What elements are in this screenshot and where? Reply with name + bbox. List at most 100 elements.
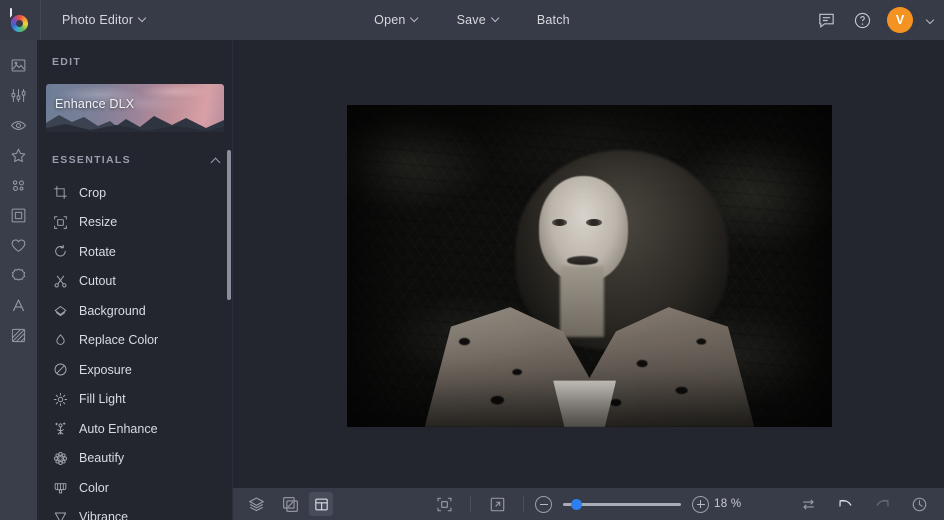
help-icon[interactable] <box>851 9 873 31</box>
crop-icon <box>52 185 68 201</box>
avatar-initial: V <box>895 13 905 27</box>
essentials-section-header[interactable]: ESSENTIALS <box>37 146 233 174</box>
app-logo[interactable] <box>0 0 40 40</box>
zoom-slider-thumb[interactable] <box>571 499 582 510</box>
top-bar-center-actions: Open Save Batch <box>363 7 581 33</box>
tool-label: Color <box>79 480 109 495</box>
canvas-area[interactable] <box>233 40 944 488</box>
tool-label: Exposure <box>79 362 132 377</box>
sidebar-item-adjust[interactable] <box>0 80 37 110</box>
exposure-icon <box>52 362 68 378</box>
promo-banner-wrap: Enhance DLX <box>37 84 233 132</box>
banner-label: Enhance DLX <box>55 97 135 111</box>
sidebar-item-stickers[interactable] <box>0 260 37 290</box>
tool-crop[interactable]: Crop <box>37 178 233 208</box>
zoom-in-button[interactable] <box>692 495 709 513</box>
fit-to-screen-icon[interactable] <box>429 489 459 519</box>
layers-icon[interactable] <box>241 489 271 519</box>
feedback-icon[interactable] <box>815 9 837 31</box>
tool-label: Cutout <box>79 274 116 289</box>
avatar[interactable]: V <box>887 7 913 33</box>
tool-auto-enhance[interactable]: Auto Enhance <box>37 414 233 444</box>
fullscreen-icon[interactable] <box>482 489 512 519</box>
resize-icon <box>52 214 68 230</box>
edit-panel: EDIT Enhance DLX ESSENTIALS Crop Resize … <box>37 40 233 520</box>
zoom-slider[interactable] <box>563 497 681 511</box>
tool-label: Vibrance <box>79 510 129 520</box>
compare-icon[interactable] <box>275 489 305 519</box>
chevron-down-icon <box>492 15 499 22</box>
auto-enhance-icon <box>52 421 68 437</box>
banner-mountains-icon <box>46 115 224 132</box>
sidebar-item-image[interactable] <box>0 50 37 80</box>
tool-label: Crop <box>79 185 107 200</box>
color-icon <box>52 480 68 496</box>
tool-replace-color[interactable]: Replace Color <box>37 326 233 356</box>
bottom-bar-right-tools <box>793 489 934 519</box>
tool-label: Replace Color <box>79 333 159 348</box>
tool-background[interactable]: Background <box>37 296 233 326</box>
rotate-icon <box>52 244 68 260</box>
panel-layout-icon[interactable] <box>309 492 333 516</box>
undo-icon[interactable] <box>830 489 860 519</box>
tool-vibrance[interactable]: Vibrance <box>37 503 233 520</box>
essentials-label: ESSENTIALS <box>52 154 131 166</box>
edited-photo[interactable] <box>347 105 832 427</box>
sidebar-item-texture[interactable] <box>0 320 37 350</box>
left-icon-rail <box>0 40 37 520</box>
sidebar-item-frames[interactable] <box>0 200 37 230</box>
zoom-out-button[interactable] <box>535 495 552 513</box>
tool-cutout[interactable]: Cutout <box>37 267 233 297</box>
panel-scrollbar[interactable] <box>227 150 231 300</box>
sidebar-item-retouch[interactable] <box>0 110 37 140</box>
photo-vignette <box>347 105 832 427</box>
history-icon[interactable] <box>904 489 934 519</box>
chevron-down-icon[interactable] <box>927 17 934 24</box>
enhance-dlx-banner[interactable]: Enhance DLX <box>46 84 224 132</box>
sidebar-item-text[interactable] <box>0 290 37 320</box>
bottom-bar-left-tools <box>233 489 333 519</box>
tool-label: Rotate <box>79 244 116 259</box>
open-label: Open <box>374 13 406 27</box>
sidebar-item-shapes[interactable] <box>0 230 37 260</box>
tool-beautify[interactable]: Beautify <box>37 444 233 474</box>
reset-icon[interactable] <box>793 489 823 519</box>
open-button[interactable]: Open <box>363 7 429 33</box>
bunny-color-wheel-logo-icon <box>8 8 32 32</box>
tool-label: Resize <box>79 215 118 230</box>
photo-editor-app: Photo Editor Open Save Batch V EDIT Enha… <box>0 0 944 520</box>
scissors-icon <box>52 273 68 289</box>
app-title-dropdown[interactable]: Photo Editor <box>51 7 157 33</box>
bottom-bar-view-tools: 18 % <box>429 489 741 519</box>
batch-label: Batch <box>536 13 570 27</box>
logo-divider <box>40 0 41 40</box>
zoom-value: 18 % <box>714 498 742 510</box>
tool-list: Crop Resize Rotate Cutout Background Rep… <box>37 174 233 520</box>
sidebar-item-overlays[interactable] <box>0 170 37 200</box>
tool-resize[interactable]: Resize <box>37 208 233 238</box>
sidebar-item-effects[interactable] <box>0 140 37 170</box>
zoom-control: 18 % <box>535 495 742 513</box>
toolbar-separator <box>470 496 471 512</box>
bottom-bar: 18 % <box>233 488 944 520</box>
chevron-up-icon[interactable] <box>211 156 220 165</box>
droplet-icon <box>52 332 68 348</box>
batch-button[interactable]: Batch <box>526 7 581 33</box>
tool-fill-light[interactable]: Fill Light <box>37 385 233 415</box>
app-title-label: Photo Editor <box>62 13 134 27</box>
tool-rotate[interactable]: Rotate <box>37 237 233 267</box>
chevron-down-icon <box>412 15 419 22</box>
tool-color[interactable]: Color <box>37 473 233 503</box>
redo-icon[interactable] <box>867 489 897 519</box>
tool-label: Auto Enhance <box>79 421 158 436</box>
tool-label: Background <box>79 303 146 318</box>
save-button[interactable]: Save <box>446 7 510 33</box>
beautify-icon <box>52 450 68 466</box>
tool-label: Beautify <box>79 451 125 466</box>
background-icon <box>52 303 68 319</box>
save-label: Save <box>456 13 486 27</box>
panel-title: EDIT <box>52 56 82 68</box>
toolbar-separator <box>523 496 524 512</box>
tool-exposure[interactable]: Exposure <box>37 355 233 385</box>
fill-light-icon <box>52 391 68 407</box>
